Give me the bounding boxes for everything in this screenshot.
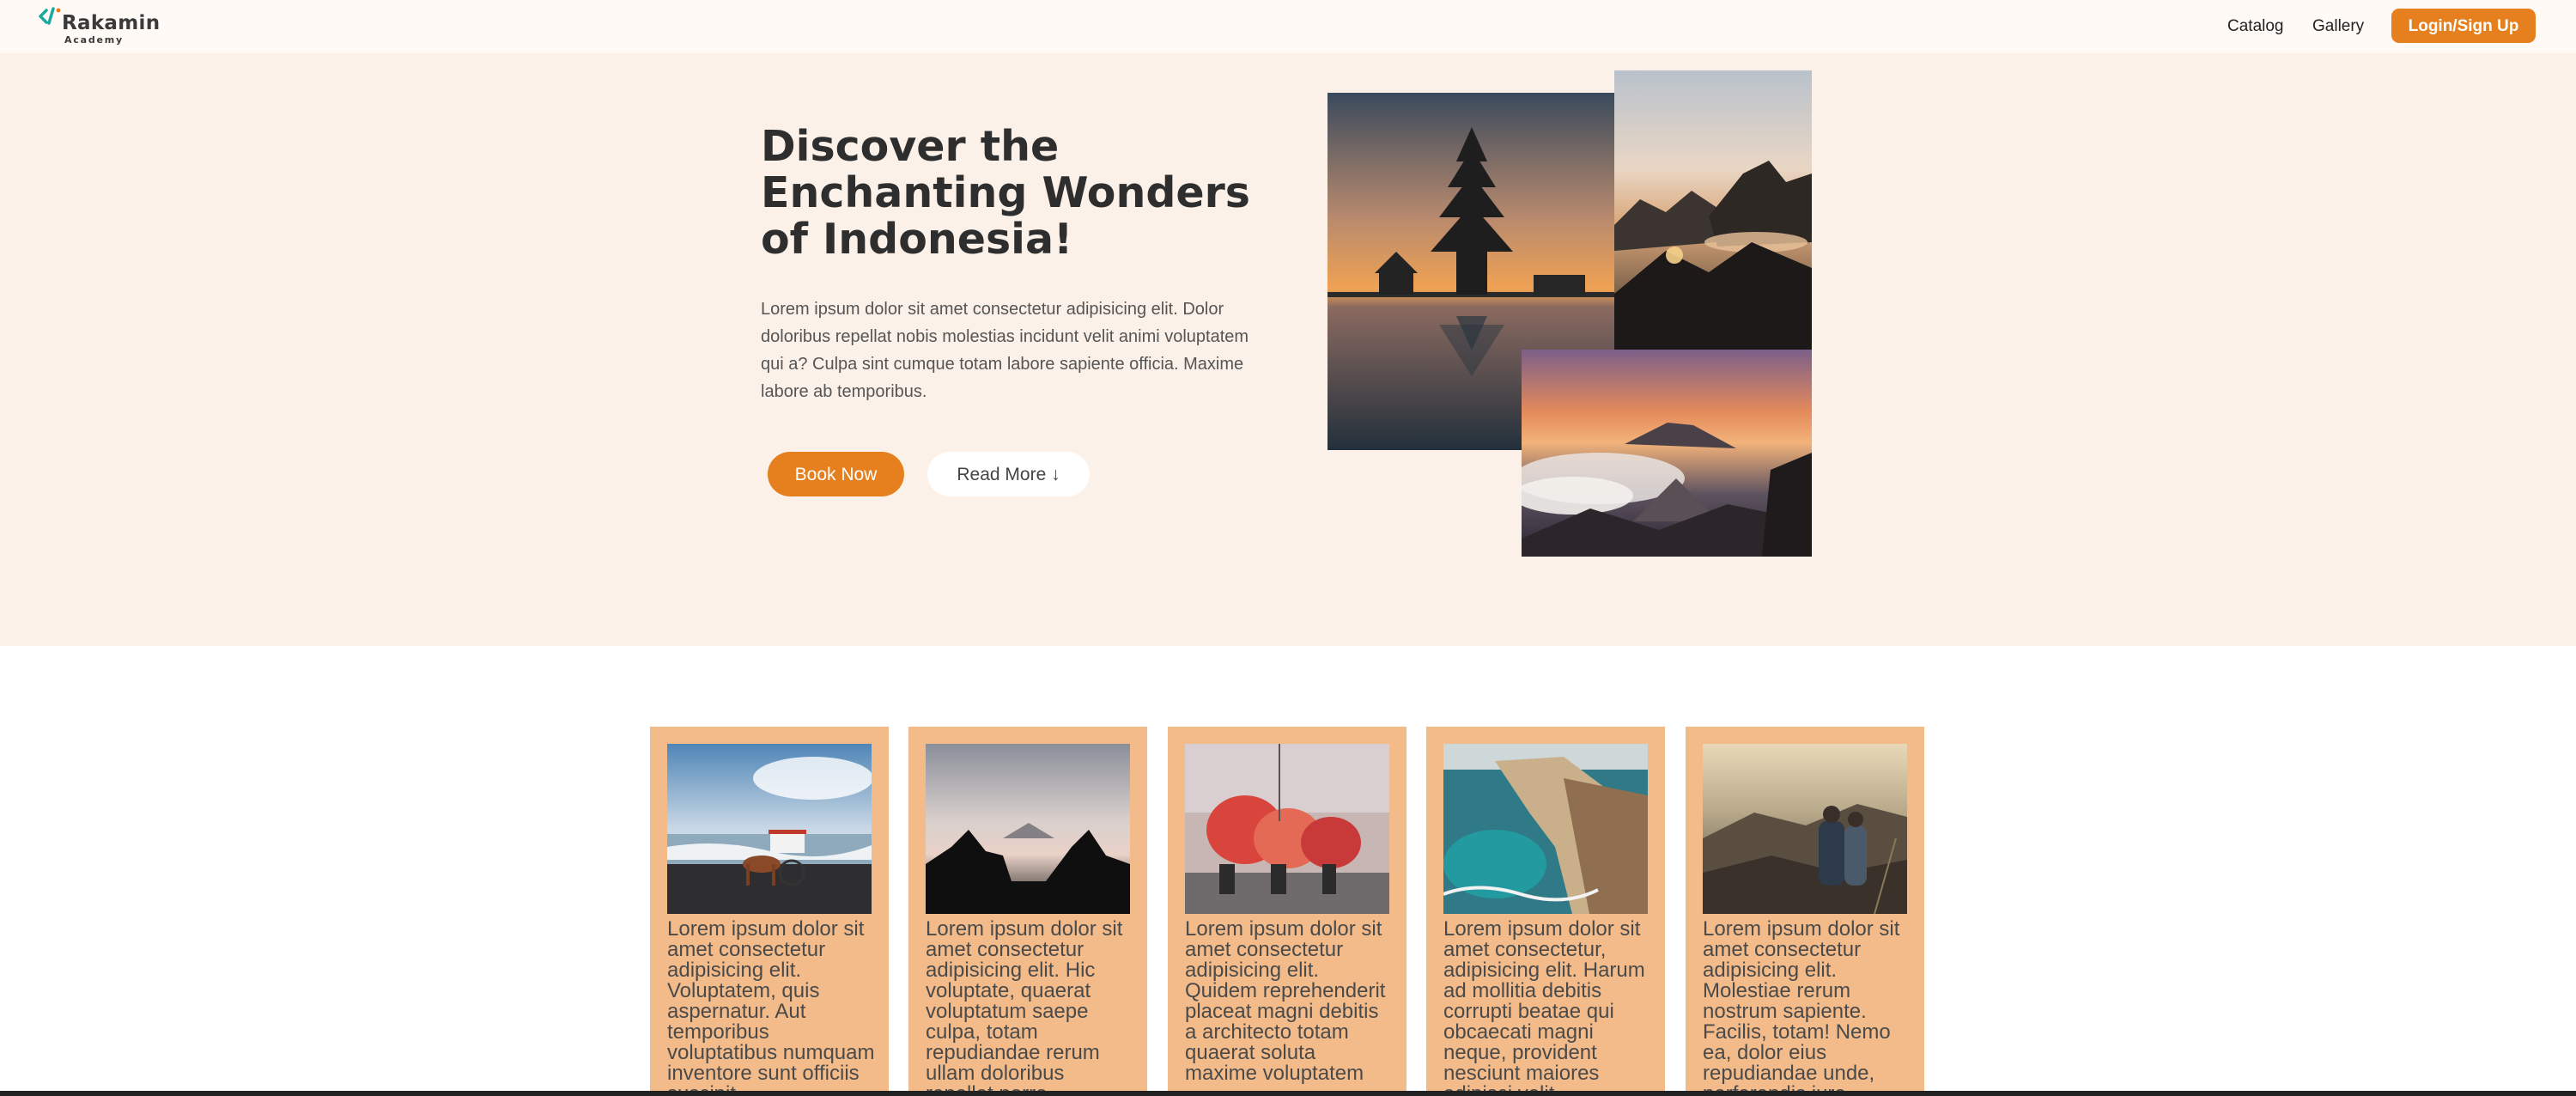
volcano-crater-image	[1522, 350, 1812, 557]
turquoise-sea-cliffs-image	[1443, 744, 1648, 914]
bottom-edge-bar	[0, 1091, 2576, 1096]
read-more-button[interactable]: Read More ↓	[927, 452, 1090, 496]
nav-link-catalog[interactable]: Catalog	[2227, 17, 2284, 36]
logo-name: Rakamin	[62, 12, 161, 34]
card-description: Lorem ipsum dolor sit amet consectetur, …	[1443, 917, 1645, 1096]
destination-card[interactable]: Lorem ipsum dolor sit amet consectetur a…	[1168, 727, 1406, 1096]
temple-silhouette-image	[926, 744, 1130, 914]
book-now-button[interactable]: Book Now	[768, 452, 904, 496]
street-dance-parade-image	[1185, 744, 1389, 914]
login-signup-button[interactable]: Login/Sign Up	[2391, 9, 2536, 43]
rocky-islands-image	[1614, 70, 1812, 352]
destination-card[interactable]: Lorem ipsum dolor sit amet consectetur a…	[908, 727, 1147, 1096]
logo[interactable]: Rakamin Academy	[38, 5, 167, 48]
card-description: Lorem ipsum dolor sit amet consectetur a…	[1703, 917, 1900, 1096]
hero-title: Discover the Enchanting Wonders of Indon…	[761, 122, 1250, 264]
nav-link-gallery[interactable]: Gallery	[2312, 17, 2364, 36]
card-description: Lorem ipsum dolor sit amet consectetur a…	[1185, 917, 1386, 1085]
hero-description: Lorem ipsum dolor sit amet consectetur a…	[761, 300, 1249, 401]
hikers-on-mountain-image	[1703, 744, 1907, 914]
navbar: Rakamin Academy Catalog Gallery Login/Si…	[0, 0, 2576, 53]
destination-card[interactable]: Lorem ipsum dolor sit amet consectetur a…	[1686, 727, 1924, 1096]
logo-subtitle: Academy	[64, 34, 125, 46]
horse-cart-beach-image	[667, 744, 872, 914]
card-description: Lorem ipsum dolor sit amet consectetur a…	[926, 917, 1123, 1096]
card-description: Lorem ipsum dolor sit amet consectetur a…	[667, 917, 875, 1096]
destination-card[interactable]: Lorem ipsum dolor sit amet consectetur a…	[650, 727, 889, 1096]
destination-card[interactable]: Lorem ipsum dolor sit amet consectetur, …	[1426, 727, 1665, 1096]
destination-cards: Lorem ipsum dolor sit amet consectetur a…	[650, 727, 1924, 1096]
hero-section: Discover the Enchanting Wonders of Indon…	[0, 53, 2576, 646]
